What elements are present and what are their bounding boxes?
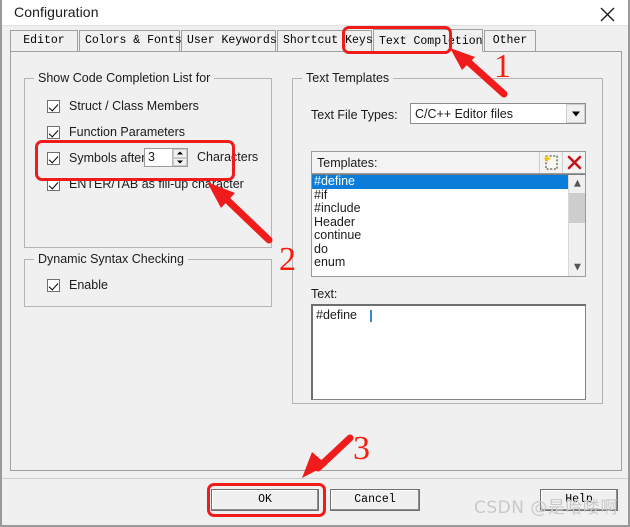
text-caret xyxy=(370,310,372,322)
tab-text-completion[interactable]: Text Completion xyxy=(373,29,483,52)
tab-shortcut-keys[interactable]: Shortcut Keys xyxy=(277,30,373,51)
enter-tab-fillup-label: ENTER/TAB as fill-up character xyxy=(69,177,244,191)
show-code-completion-legend: Show Code Completion List for xyxy=(34,71,215,85)
new-template-icon[interactable] xyxy=(539,152,562,173)
delete-template-icon[interactable] xyxy=(562,152,585,173)
syntax-enable-checkbox-box[interactable] xyxy=(47,278,60,292)
configuration-dialog: Configuration Editor Colors & Fonts User… xyxy=(0,0,630,527)
scrollbar-thumb[interactable] xyxy=(569,193,585,223)
symbols-after-label: Symbols after xyxy=(69,151,146,165)
templates-listbox[interactable]: #define #if #include Header continue do … xyxy=(311,174,586,277)
spinner-up-icon xyxy=(177,151,183,155)
dynamic-syntax-checking-legend: Dynamic Syntax Checking xyxy=(34,252,188,266)
checkbox-enter-tab-fillup[interactable]: ENTER/TAB as fill-up character xyxy=(47,177,244,191)
symbols-after-value[interactable]: 3 xyxy=(145,149,172,166)
spinner-buttons[interactable] xyxy=(172,149,187,166)
chevron-down-icon: ▼ xyxy=(574,262,581,272)
list-item[interactable]: Header xyxy=(312,215,568,230)
symbols-after-suffix-label: Characters xyxy=(197,150,259,164)
dialog-button-bar: OK Cancel Help xyxy=(2,478,628,525)
checkbox-struct-class-members[interactable]: Struct / Class Members xyxy=(47,99,199,113)
text-area-label: Text: xyxy=(311,287,338,301)
checkbox-symbols-after[interactable]: Symbols after xyxy=(47,151,145,165)
list-item[interactable]: #define xyxy=(312,175,568,189)
checkbox-syntax-enable[interactable]: Enable xyxy=(47,278,108,292)
window-title: Configuration xyxy=(14,4,99,20)
tab-user-keywords[interactable]: User Keywords xyxy=(181,30,277,51)
templates-list-items: #define #if #include Header continue do … xyxy=(312,175,568,276)
templates-scrollbar[interactable]: ▲ ▼ xyxy=(568,175,585,276)
show-code-completion-group: Show Code Completion List for Struct / C… xyxy=(24,71,272,248)
list-item[interactable]: continue xyxy=(312,228,568,243)
cancel-button[interactable]: Cancel xyxy=(330,489,420,511)
syntax-enable-label: Enable xyxy=(69,278,108,292)
list-item[interactable]: do xyxy=(312,242,568,257)
list-item[interactable]: #if xyxy=(312,188,568,203)
tab-colors-fonts[interactable]: Colors & Fonts xyxy=(79,30,182,51)
text-file-types-label: Text File Types: xyxy=(311,108,398,122)
list-item[interactable]: #include xyxy=(312,201,568,216)
spinner-up-button[interactable] xyxy=(173,149,187,158)
struct-class-members-label: Struct / Class Members xyxy=(69,99,199,113)
function-parameters-checkbox-box[interactable] xyxy=(47,125,60,139)
struct-class-members-checkbox-box[interactable] xyxy=(47,99,60,113)
text-file-types-value: C/C++ Editor files xyxy=(415,106,513,121)
text-templates-legend: Text Templates xyxy=(302,71,394,85)
function-parameters-label: Function Parameters xyxy=(69,125,186,139)
symbols-after-spinner[interactable]: 3 xyxy=(144,148,188,167)
help-button[interactable]: Help xyxy=(540,489,618,511)
scroll-up-button[interactable]: ▲ xyxy=(569,175,585,192)
enter-tab-fillup-checkbox-box[interactable] xyxy=(47,177,60,191)
spinner-down-button[interactable] xyxy=(173,157,187,166)
tab-strip: Editor Colors & Fonts User Keywords Shor… xyxy=(10,29,622,52)
text-file-types-combobox[interactable]: C/C++ Editor files xyxy=(410,103,586,124)
symbols-after-checkbox-box[interactable] xyxy=(47,151,60,165)
checkbox-function-parameters[interactable]: Function Parameters xyxy=(47,125,185,139)
tab-other[interactable]: Other xyxy=(484,30,536,51)
chevron-up-icon: ▲ xyxy=(574,178,581,188)
spinner-down-icon xyxy=(177,160,183,164)
text-completion-panel: Show Code Completion List for Struct / C… xyxy=(10,51,622,471)
close-button[interactable] xyxy=(592,1,622,25)
chevron-down-icon[interactable] xyxy=(566,104,585,123)
template-text-value: #define xyxy=(316,308,361,322)
templates-header: Templates: xyxy=(311,151,586,174)
template-text-input[interactable]: #define xyxy=(311,304,586,400)
dynamic-syntax-checking-group: Dynamic Syntax Checking Enable xyxy=(24,252,272,307)
title-bar: Configuration xyxy=(2,0,628,26)
ok-button[interactable]: OK xyxy=(211,489,319,511)
tab-editor[interactable]: Editor xyxy=(10,30,78,51)
list-item[interactable]: enum xyxy=(312,255,568,270)
scroll-down-button[interactable]: ▼ xyxy=(569,259,585,276)
templates-label: Templates: xyxy=(317,155,378,170)
text-templates-group: Text Templates Text File Types: C/C++ Ed… xyxy=(292,71,603,404)
